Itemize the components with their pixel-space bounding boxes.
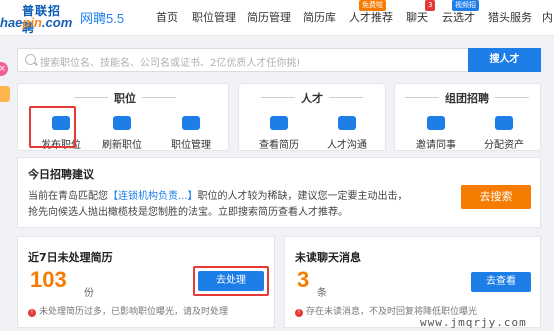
talent-chat-label: 人才沟通 <box>327 140 367 151</box>
highlight-go-process <box>193 266 269 296</box>
unprocessed-resumes-title: 近7日未处理简历 <box>28 251 113 264</box>
unprocessed-resumes-count: 103 <box>30 267 67 292</box>
refresh-job-button[interactable]: 刷新职位 <box>92 116 152 151</box>
warning-icon: ! <box>295 309 303 317</box>
logo-bottom-text: haepin.com <box>0 15 73 30</box>
watermark: www.jmqrjy.com <box>420 316 527 329</box>
nav-home[interactable]: 首页 <box>156 9 178 25</box>
nav-job-management[interactable]: 职位管理 <box>192 9 236 25</box>
nav-more[interactable]: 内 <box>542 9 553 25</box>
job-manage-label: 职位管理 <box>171 140 211 151</box>
view-resume-button[interactable]: 查看简历 <box>249 116 309 151</box>
search-talent-button[interactable]: 搜人才 <box>468 48 541 72</box>
assign-assets-label: 分配资产 <box>484 140 524 151</box>
group-title: 组团招聘 <box>405 92 529 105</box>
suggestion-job-link[interactable]: 【连锁机构负责...】 <box>108 191 198 202</box>
invite-colleague-button[interactable]: 邀请同事 <box>406 116 466 151</box>
suggestion-title: 今日招聘建议 <box>28 168 94 181</box>
unprocessed-resumes-warning: ! 未处理简历过多，已影响职位曝光，请及时处理 <box>28 304 228 317</box>
job-manage-button[interactable]: 职位管理 <box>161 116 221 151</box>
float-close-icon[interactable]: × <box>0 62 8 76</box>
nav-chat[interactable]: 聊天 <box>406 9 428 25</box>
unread-chats-count: 3 <box>297 267 310 292</box>
nav-headhunter[interactable]: 猎头服务 <box>488 9 532 25</box>
invite-icon <box>427 116 445 130</box>
chat-icon <box>338 116 356 130</box>
talent-chat-button[interactable]: 人才沟通 <box>317 116 377 151</box>
nav-resume-library[interactable]: 简历库 <box>303 9 336 25</box>
suggestion-text: 当前在青岛匹配您【连锁机构负责...】职位的人才较为稀缺，建议您一定要主动出击，… <box>28 191 408 218</box>
resume-icon <box>270 116 288 130</box>
talent-card: 人才 查看简历 人才沟通 <box>238 83 386 151</box>
refresh-icon <box>113 116 131 130</box>
assets-icon <box>495 116 513 130</box>
go-search-button[interactable]: 去搜索 <box>461 185 531 209</box>
unread-chats-title: 未读聊天消息 <box>295 251 361 264</box>
list-icon <box>182 116 200 130</box>
assign-assets-button[interactable]: 分配资产 <box>474 116 534 151</box>
refresh-job-label: 刷新职位 <box>102 140 142 151</box>
position-title: 职位 <box>74 92 176 105</box>
talent-title: 人才 <box>261 92 363 105</box>
unprocessed-resumes-unit: 份 <box>84 288 94 299</box>
nav-resume-management[interactable]: 简历管理 <box>247 9 291 25</box>
warning-icon: ! <box>28 309 36 317</box>
search-bar[interactable]: 搜索职位名、技能名、公司名或证书、2亿优质人才任你挑! <box>17 48 541 72</box>
unread-chats-unit: 条 <box>317 288 327 299</box>
search-icon <box>25 54 36 65</box>
search-input[interactable]: 搜索职位名、技能名、公司名或证书、2亿优质人才任你挑! <box>40 54 300 69</box>
brand-title: 网聘5.5 <box>80 11 125 26</box>
highlight-publish-job <box>29 106 76 148</box>
invite-colleague-label: 邀请同事 <box>416 140 456 151</box>
nav-talent-recommend[interactable]: 人才推荐 <box>349 9 393 25</box>
float-bag-icon[interactable] <box>0 86 10 102</box>
view-resume-label: 查看简历 <box>259 140 299 151</box>
top-nav: 普联招聘 haepin.com 网聘5.5 首页 职位管理 简历管理 简历库 免… <box>0 0 554 36</box>
logo[interactable]: 普联招聘 haepin.com <box>0 2 73 35</box>
go-view-button[interactable]: 去查看 <box>471 272 531 292</box>
nav-cloud-select[interactable]: 云选才 <box>442 9 475 25</box>
group-card: 组团招聘 邀请同事 分配资产 <box>394 83 541 151</box>
